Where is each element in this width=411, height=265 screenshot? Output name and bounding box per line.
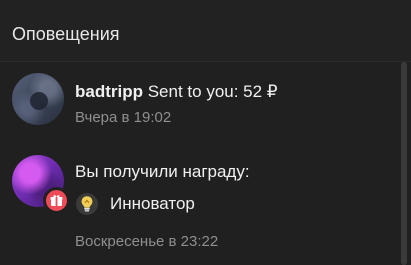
gift-icon: [43, 187, 70, 214]
notifications-list: badtripp Sent to you: 52 ₽ Вчера в 19:02…: [0, 62, 411, 265]
notification-message: Вы получили награду:: [75, 162, 250, 181]
timestamp: Вчера в 19:02: [75, 109, 172, 126]
notifications-panel: Оповещения badtripp Sent to you: 52 ₽ Вч…: [0, 0, 411, 265]
notification-text: badtripp Sent to you: 52 ₽: [75, 82, 278, 102]
list-item[interactable]: badtripp Sent to you: 52 ₽ Вчера в 19:02: [0, 73, 411, 155]
page-title: Оповещения: [12, 24, 120, 44]
notifications-header: Оповещения: [0, 0, 411, 62]
avatar[interactable]: [12, 73, 64, 125]
timestamp: Воскресенье в 23:22: [75, 233, 219, 250]
scrollbar[interactable]: [401, 62, 407, 265]
lightbulb-icon: [76, 193, 98, 215]
award-name: Инноватор: [110, 194, 195, 213]
scrollbar-thumb[interactable]: [401, 62, 407, 265]
list-item[interactable]: Вы получили награду: Инноватор Воскресен…: [0, 155, 411, 265]
username[interactable]: badtripp: [75, 82, 143, 101]
notification-message: Sent to you: 52 ₽: [143, 82, 278, 101]
